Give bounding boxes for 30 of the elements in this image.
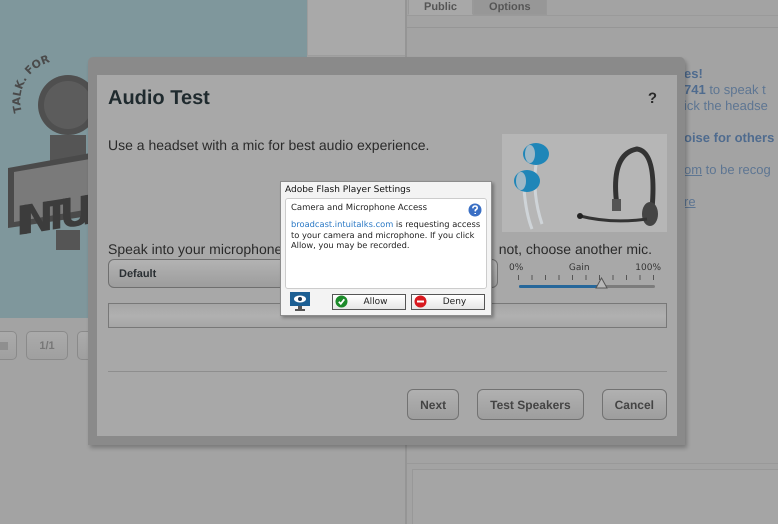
gain-label: Gain (568, 263, 590, 273)
check-icon (335, 295, 348, 308)
dialog-button[interactable]: Cancel (602, 389, 667, 420)
slider-thumb[interactable] (594, 277, 608, 289)
allow-button[interactable]: Allow (332, 294, 406, 310)
help-button[interactable]: ? (648, 90, 657, 106)
deny-button[interactable]: Deny (411, 294, 485, 310)
min-label: 0% (509, 263, 524, 273)
side-heading: es! (684, 66, 703, 81)
stop-sign-icon (414, 295, 427, 308)
side-text: 741 to speak t (684, 82, 766, 97)
max-label: 100% (635, 263, 661, 273)
stop-icon (0, 342, 8, 350)
flash-title: Adobe Flash Player Settings (285, 184, 412, 196)
side-text: ick the headse (684, 98, 768, 113)
intro-text: Use a headset with a mic for best audio experience. (108, 136, 430, 153)
flash-heading: Camera and Microphone Access (291, 203, 428, 215)
monitor-eye-icon[interactable] (290, 292, 310, 311)
dialog-title: Audio Test (108, 86, 210, 110)
flash-message: broadcast.intuitalks.com is requesting access to your camera and microphone. If you click Allow, you may be recorded. (291, 219, 482, 250)
help-icon[interactable] (468, 203, 482, 217)
tab[interactable]: Options (473, 0, 547, 15)
instruction-text: not, choose another mic. (498, 241, 652, 258)
side-text: to be recog (704, 162, 771, 177)
site-link[interactable]: broadcast.intuitalks.com (291, 219, 394, 229)
side-heading: oise for others (684, 130, 774, 145)
dialog-button[interactable]: Next (407, 389, 460, 420)
instruction-text: Speak into your microphone (108, 241, 282, 258)
dialog-button[interactable]: Test Speakers (477, 389, 584, 420)
tab[interactable]: Public (408, 0, 474, 15)
